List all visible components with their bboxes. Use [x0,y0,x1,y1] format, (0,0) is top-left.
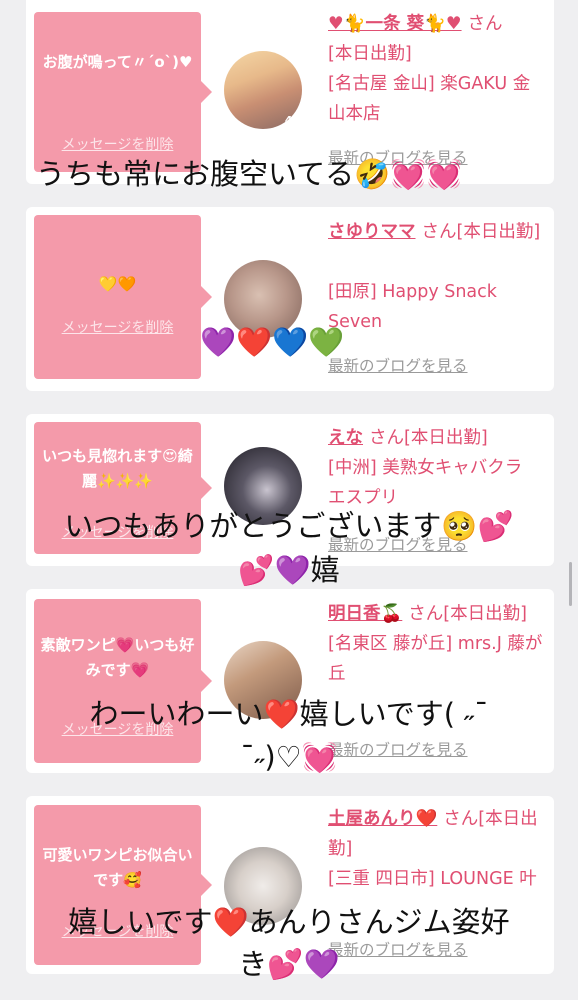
cast-name-link[interactable]: ♥🐈一条 葵🐈♥ [328,14,462,34]
delete-message-link[interactable]: メッセージを削除 [34,317,201,337]
cast-name-link[interactable]: 土屋あんり❤️ [328,809,437,829]
overlay-caption: 💕💜嬉 [238,553,340,587]
honorific: さん[本日出勤] [408,604,527,624]
overlay-caption: わーいわーい❤️嬉しいです( ˶¯ [89,697,489,731]
overlay-caption: うちも常にお腹空いてる🤣💓💓 [36,157,463,191]
cast-name-link[interactable]: えな [328,428,363,448]
shop-name: [名古屋 金山] 楽GAKU 金山本店 [328,74,531,124]
shop-name: [名東区 藤が丘] mrs.J 藤が丘 [328,634,543,684]
scrollbar[interactable] [569,562,572,606]
shop-name: [中洲] 美熟女キャバクラ エスプリ [328,458,523,508]
cast-info: 土屋あんり❤️ さん[本日出勤] [三重 四日市] LOUNGE 叶 [328,804,543,894]
overlay-caption: 💜❤️💙💚 [200,325,345,359]
message-bubble: 素敵ワンピ💗いつも好みです💗 メッセージを削除 [34,599,212,763]
message-bubble: お腹が鳴って〃´o`)♥ メッセージを削除 [34,12,212,172]
delete-message-link[interactable]: メッセージを削除 [34,134,201,154]
cast-name-link[interactable]: 明日香🍒 [328,604,402,624]
overlay-caption: 嬉しいです❤️あんりさんジム姿好 [68,905,510,939]
message-text: 素敵ワンピ💗いつも好みです💗 [40,636,195,679]
honorific: さん[本日出勤] [369,428,488,448]
overlay-caption: き💕💜 [238,947,340,981]
honorific: さん[本日出勤] [421,222,541,242]
message-card: 💛🧡 メッセージを削除 さゆりママ さん[本日出勤] [田原] Happy Sna… [26,207,554,391]
work-status: [本日出勤] [328,44,412,64]
cast-info: えな さん[本日出勤] [中洲] 美熟女キャバクラ エスプリ [328,423,543,513]
overlay-caption: ¯˶)♡💓 [240,740,338,774]
message-text: 可愛いワンピお似合いです🥰 [42,846,193,889]
avatar-badge: 40 [284,114,300,127]
honorific: さん [467,14,503,34]
cast-name-link[interactable]: さゆりママ [328,222,416,242]
message-card: いつも見惚れます😍綺麗✨✨✨ メッセージを削除 えな さん[本日出勤] [中洲] … [26,414,554,566]
shop-name: [三重 四日市] LOUNGE 叶 [328,869,537,889]
message-bubble: 💛🧡 メッセージを削除 [34,215,212,379]
message-bubble: 可愛いワンピお似合いです🥰 メッセージを削除 [34,805,212,965]
message-text: お腹が鳴って〃´o`)♥ [42,53,193,71]
cast-info: ♥🐈一条 葵🐈♥ さん [本日出勤] [名古屋 金山] 楽GAKU 金山本店 [328,9,543,129]
cast-info: さゆりママ さん[本日出勤] [田原] Happy Snack Seven [328,217,543,337]
avatar[interactable]: 40 [224,51,302,129]
overlay-caption: いつもありがとうございます🥺💕 [64,509,514,543]
cast-info: 明日香🍒 さん[本日出勤] [名東区 藤が丘] mrs.J 藤が丘 [328,599,543,689]
message-text: 💛🧡 [98,275,137,293]
message-text: いつも見惚れます😍綺麗✨✨✨ [42,447,193,490]
